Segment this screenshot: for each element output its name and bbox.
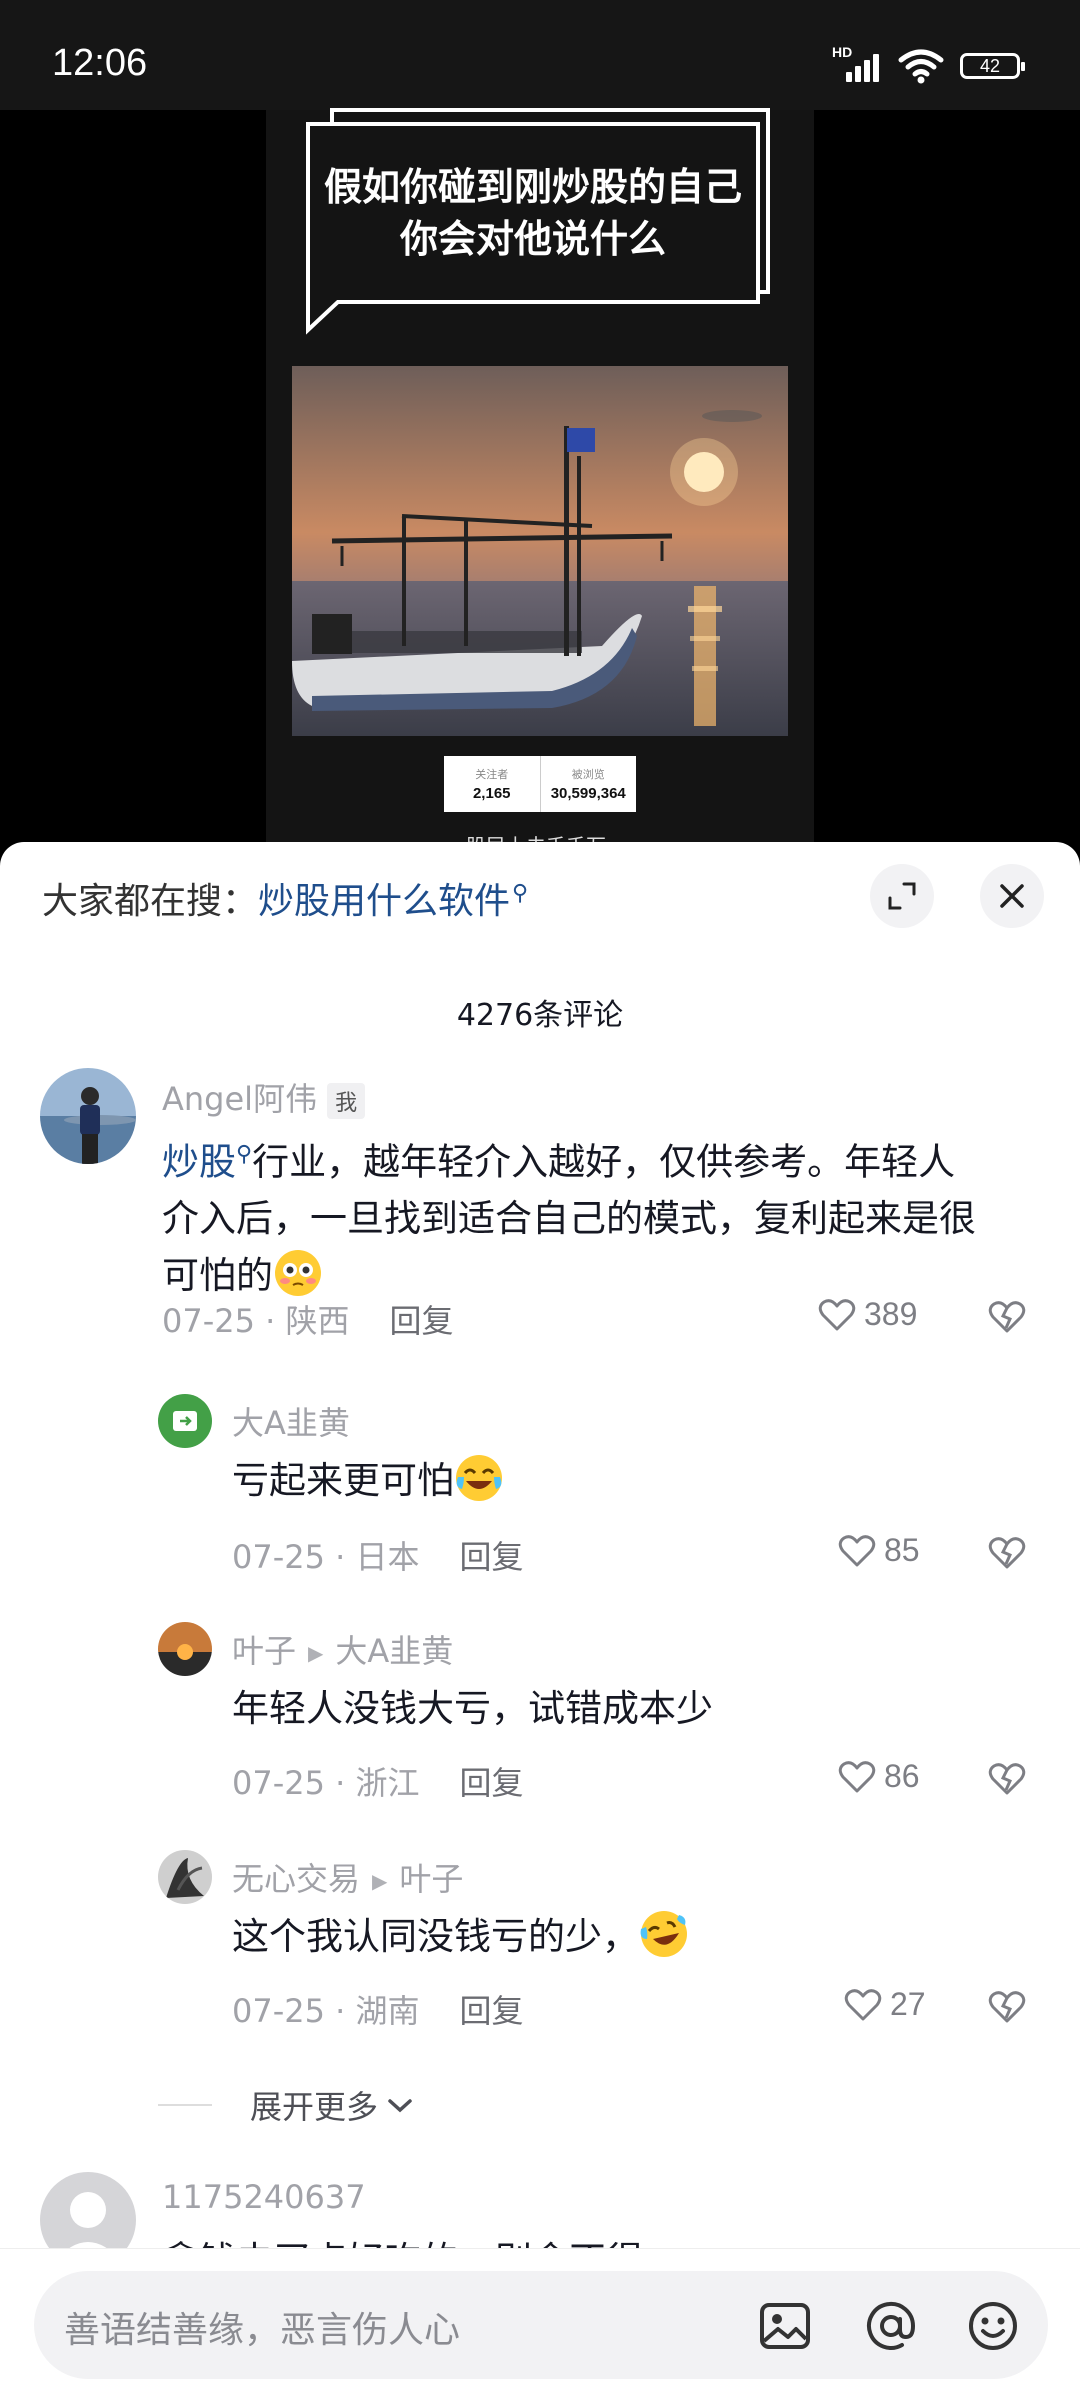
dislike-icon[interactable] xyxy=(988,1536,1026,1570)
followers-stat: 关注者 2,165 xyxy=(472,768,511,802)
at-icon[interactable] xyxy=(864,2299,918,2353)
comment-username[interactable]: 1175240637 xyxy=(162,2178,366,2216)
like-count: 86 xyxy=(884,1758,920,1794)
reply-button[interactable]: 回复 xyxy=(460,1764,524,1802)
chevron-down-icon xyxy=(388,2099,412,2113)
heart-icon xyxy=(818,1298,856,1330)
dislike-icon[interactable] xyxy=(988,1762,1026,1796)
like-button[interactable]: 389 xyxy=(818,1296,917,1333)
like-count: 27 xyxy=(890,1986,926,2022)
reply-to-user[interactable]: 叶子 xyxy=(399,1860,463,1898)
battery-level: 42 xyxy=(979,55,1001,76)
caption-line-2: 你会对他说什么 xyxy=(399,217,666,261)
crying-laughing-emoji-icon xyxy=(456,1455,502,1501)
reply-button[interactable]: 回复 xyxy=(460,1538,524,1576)
search-icon: ⚲ xyxy=(236,1142,253,1167)
reply-button[interactable]: 回复 xyxy=(460,1992,524,2030)
search-icon: ⚲ xyxy=(512,881,529,906)
comment-location: 浙江 xyxy=(355,1764,420,1802)
expand-button[interactable] xyxy=(870,864,934,928)
heart-icon xyxy=(838,1534,876,1566)
avatar[interactable] xyxy=(158,1850,212,1904)
caption-tail xyxy=(306,300,342,335)
avatar[interactable] xyxy=(158,1622,212,1676)
reply-to-user[interactable]: 大A韭黄 xyxy=(335,1632,453,1670)
divider xyxy=(158,2104,212,2106)
comment-username[interactable]: 叶子 ▶ 大A韭黄 xyxy=(232,1626,453,1672)
search-prefix: 大家都在搜： xyxy=(42,881,259,922)
reply-arrow-icon: ▶ xyxy=(372,1869,388,1893)
comment-meta: 07-25 · 湖南 回复 xyxy=(232,1992,524,2030)
comment-meta: 07-25 · 陕西 回复 xyxy=(162,1302,454,1340)
heart-icon xyxy=(844,1988,882,2020)
status-bar: 12:06 HD 42 xyxy=(0,0,1080,110)
like-button[interactable]: 27 xyxy=(844,1986,926,2023)
comment-username[interactable]: 无心交易 ▶ 叶子 xyxy=(232,1854,463,1900)
dislike-icon[interactable] xyxy=(988,1300,1026,1334)
comment-date: 07-25 xyxy=(232,1992,325,2030)
comment-text: 年轻人没钱大亏，试错成本少 xyxy=(232,1687,713,1730)
comment-meta: 07-25 · 浙江 回复 xyxy=(232,1764,524,1802)
rofl-emoji-icon xyxy=(640,1911,687,1957)
comment-date: 07-25 xyxy=(232,1764,325,1802)
image-icon[interactable] xyxy=(758,2299,812,2353)
comment-location: 湖南 xyxy=(355,1992,420,2030)
comment-location: 日本 xyxy=(355,1538,420,1576)
input-placeholder: 善语结善缘，恶言伤人心 xyxy=(64,2310,461,2351)
comment-text: 这个我认同没钱亏的少， xyxy=(232,1908,689,1965)
comment-date: 07-25 xyxy=(162,1302,255,1340)
heart-icon xyxy=(838,1760,876,1792)
comment-text: 炒股⚲行业，越年轻介入越好，仅供参考。年轻人 介入后，一旦找到适合自己的模式，复… xyxy=(162,1140,976,1298)
avatar[interactable] xyxy=(40,1068,136,1164)
like-button[interactable]: 86 xyxy=(838,1758,920,1795)
comments-sheet: 大家都在搜：炒股用什么软件⚲ 4276条评论 Angel阿伟我 炒股⚲行业，越年… xyxy=(0,842,1080,2400)
search-term-link[interactable]: 炒股用什么软件 xyxy=(258,881,510,922)
status-time: 12:06 xyxy=(52,42,148,84)
reply-arrow-icon: ▶ xyxy=(308,1641,324,1665)
stats-card: 关注者 2,165 被浏览 30,599,364 xyxy=(444,756,636,812)
comment-location: 陕西 xyxy=(285,1302,350,1340)
trending-search[interactable]: 大家都在搜：炒股用什么软件⚲ xyxy=(42,872,528,924)
comment-username[interactable]: 大A韭黄 xyxy=(232,1398,350,1444)
comment-username[interactable]: Angel阿伟我 xyxy=(162,1074,366,1120)
comment-input[interactable]: 善语结善缘，恶言伤人心 xyxy=(34,2271,1048,2379)
me-badge: 我 xyxy=(327,1083,366,1119)
dislike-icon[interactable] xyxy=(988,1990,1026,2024)
comment-text: 亏起来更可怕 xyxy=(232,1452,504,1509)
emoji-icon[interactable] xyxy=(966,2299,1020,2353)
expand-icon xyxy=(888,882,916,910)
like-button[interactable]: 85 xyxy=(838,1532,920,1569)
reply-button[interactable]: 回复 xyxy=(390,1302,454,1340)
close-icon xyxy=(1000,884,1024,908)
comment-input-bar: 善语结善缘，恶言伤人心 xyxy=(0,2248,1080,2401)
comment-count: 4276条评论 xyxy=(456,998,624,1033)
battery-icon: 42 xyxy=(960,53,1025,79)
flushed-emoji-icon xyxy=(275,1250,321,1297)
signal-icon: HD xyxy=(832,44,882,86)
views-stat: 被浏览 30,599,364 xyxy=(539,756,637,812)
wifi-icon xyxy=(898,49,944,84)
avatar[interactable] xyxy=(158,1394,212,1448)
close-button[interactable] xyxy=(980,864,1044,928)
expand-more-button[interactable]: 展开更多 xyxy=(158,2082,416,2128)
comment-date: 07-25 xyxy=(232,1538,325,1576)
keyword-link[interactable]: 炒股 xyxy=(162,1140,236,1183)
expand-more-label: 展开更多 xyxy=(250,2088,379,2126)
like-count: 389 xyxy=(864,1296,918,1332)
like-count: 85 xyxy=(884,1532,920,1568)
comment-meta: 07-25 · 日本 回复 xyxy=(232,1538,524,1576)
sunset-boat-image xyxy=(292,366,788,736)
caption-line-1: 假如你碰到刚炒股的自己 xyxy=(323,165,742,209)
video-caption: 假如你碰到刚炒股的自己 你会对他说什么 xyxy=(306,122,760,304)
video-player[interactable]: 假如你碰到刚炒股的自己 你会对他说什么 关注者 2,165 被浏览 30,599… xyxy=(0,108,1080,860)
